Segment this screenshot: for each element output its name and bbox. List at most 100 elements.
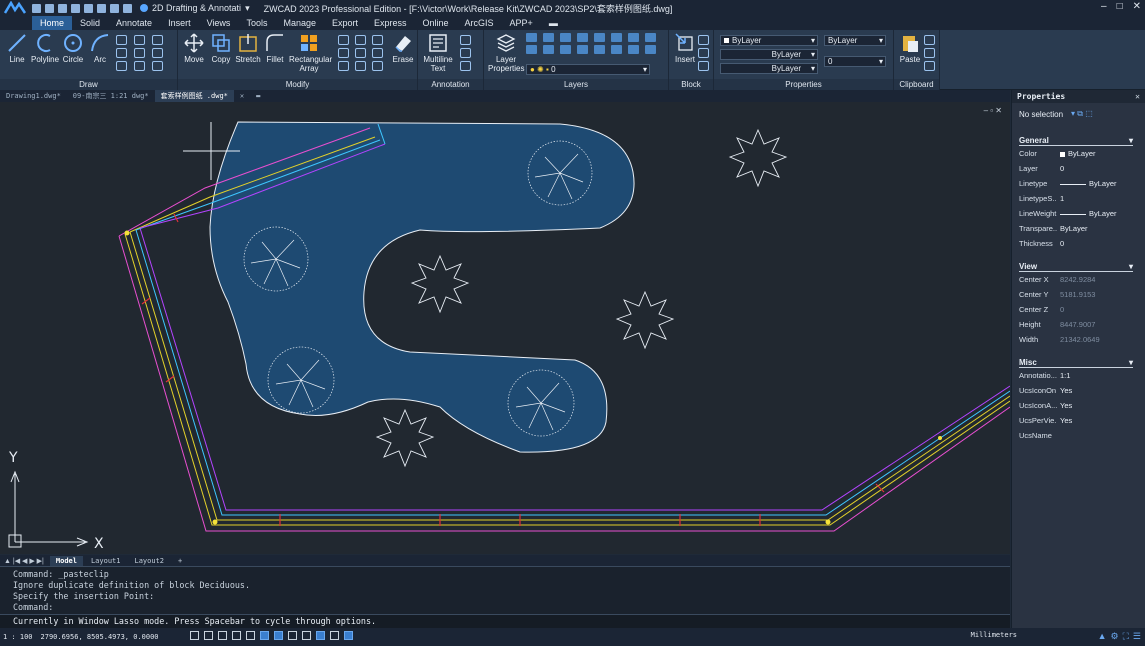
- color-dropdown[interactable]: ByLayer: [720, 35, 818, 46]
- prop-thickness[interactable]: Thickness 0: [1019, 236, 1145, 251]
- plot-icon[interactable]: [97, 3, 106, 13]
- tab-insert[interactable]: Insert: [160, 16, 199, 30]
- transparency-icon[interactable]: [302, 631, 311, 640]
- prop-center-z[interactable]: Center Z0: [1019, 302, 1145, 317]
- dimension-icon[interactable]: [460, 35, 471, 45]
- spline-icon[interactable]: [134, 35, 145, 45]
- annotation-scale[interactable]: 1 : 100: [3, 633, 33, 641]
- plotstyle-dropdown[interactable]: ByLayer: [824, 35, 886, 46]
- layer-dropdown[interactable]: ● ✺ ▪ 0: [526, 64, 650, 75]
- polar-icon[interactable]: [232, 631, 241, 640]
- leader-icon[interactable]: [460, 48, 471, 58]
- rotate-icon[interactable]: [338, 35, 349, 45]
- snap-icon[interactable]: [204, 631, 213, 640]
- region-icon[interactable]: [134, 48, 145, 58]
- prop-annotation-scale[interactable]: Annotatio... 1:1: [1019, 368, 1145, 383]
- tab-express[interactable]: Express: [366, 16, 415, 30]
- tab-arcgis[interactable]: ArcGIS: [457, 16, 502, 30]
- multiline-text-button[interactable]: Multiline Text: [422, 32, 454, 73]
- print-icon[interactable]: [84, 3, 93, 13]
- copy-clip-icon[interactable]: [924, 48, 935, 58]
- tab-model[interactable]: Model: [49, 555, 83, 566]
- workspace-select[interactable]: 2D Drafting & Annotati ▾: [140, 3, 250, 14]
- revcloud-icon[interactable]: [152, 61, 163, 71]
- offset-icon[interactable]: [372, 48, 383, 58]
- open-icon[interactable]: [45, 3, 54, 13]
- move-button[interactable]: Move: [180, 32, 208, 64]
- join-icon[interactable]: [355, 61, 366, 71]
- close-icon[interactable]: ✕: [1135, 90, 1140, 103]
- layer-properties-button[interactable]: Layer Properties: [488, 32, 524, 73]
- fillet-button[interactable]: Fillet: [261, 32, 289, 64]
- save-icon[interactable]: [58, 3, 67, 13]
- trim-icon[interactable]: [355, 35, 366, 45]
- drawing-canvas[interactable]: – ▫ ✕ Y X: [0, 102, 1010, 554]
- dynamic-input-icon[interactable]: [274, 631, 283, 640]
- app-logo-icon[interactable]: [0, 0, 30, 16]
- redo-icon[interactable]: [123, 3, 132, 13]
- create-block-icon[interactable]: [698, 35, 709, 45]
- prop-ucs-icon-at-origin[interactable]: UcsIconA... Yes: [1019, 398, 1145, 413]
- explode-icon[interactable]: [338, 61, 349, 71]
- add-layout-tab[interactable]: +: [172, 556, 188, 566]
- tab-online[interactable]: Online: [415, 16, 457, 30]
- save-as-icon[interactable]: [71, 3, 80, 13]
- selection-cycling-icon[interactable]: [316, 631, 325, 640]
- circle-button[interactable]: Circle: [59, 32, 87, 64]
- prop-ucs-name[interactable]: UcsName: [1019, 428, 1145, 443]
- tab-views[interactable]: Views: [199, 16, 239, 30]
- new-doc-tab-icon[interactable]: ▬: [250, 90, 266, 102]
- tab-manage[interactable]: Manage: [275, 16, 324, 30]
- prop-color[interactable]: Color ByLayer: [1019, 146, 1145, 161]
- tab-annotate[interactable]: Annotate: [108, 16, 160, 30]
- prop-center-y[interactable]: Center Y 5181.9153: [1019, 287, 1145, 302]
- maximize-icon[interactable]: □: [1117, 1, 1123, 12]
- prop-width[interactable]: Width 21342.0649: [1019, 332, 1145, 347]
- layout-nav-arrows[interactable]: ▲ |◀ ◀ ▶ ▶|: [4, 557, 44, 565]
- close-icon[interactable]: ✕: [1133, 1, 1141, 12]
- tab-solid[interactable]: Solid: [72, 16, 108, 30]
- edit-block-icon[interactable]: [698, 48, 709, 58]
- doc-tab-drawing1[interactable]: Drawing1.dwg*: [0, 90, 67, 102]
- tab-app-plus[interactable]: APP+: [502, 16, 541, 30]
- prop-linetype[interactable]: Linetype ByLayer: [1019, 176, 1145, 191]
- units-display[interactable]: Millimeters: [971, 631, 1017, 639]
- viewport-controls[interactable]: – ▫ ✕: [984, 106, 1002, 115]
- hatch-icon[interactable]: [152, 35, 163, 45]
- transparency-field[interactable]: 0: [824, 56, 886, 67]
- prop-ucs-per-viewport[interactable]: UcsPerVie... Yes: [1019, 413, 1145, 428]
- ortho-icon[interactable]: [218, 631, 227, 640]
- attribute-icon[interactable]: [698, 61, 709, 71]
- quick-select-icon[interactable]: ▾ ⧉ ⬚: [1071, 109, 1093, 119]
- copy-button[interactable]: Copy: [207, 32, 235, 64]
- prop-ucs-icon-on[interactable]: UcsIconOn Yes: [1019, 383, 1145, 398]
- grid-icon[interactable]: [190, 631, 199, 640]
- undo-icon[interactable]: [110, 3, 119, 13]
- stretch-button[interactable]: Stretch: [234, 32, 262, 64]
- prop-transparency[interactable]: Transpare... ByLayer: [1019, 221, 1145, 236]
- misc-section-header[interactable]: Misc: [1019, 357, 1133, 368]
- match-properties-icon[interactable]: [924, 61, 935, 71]
- doc-tab-active[interactable]: 套索样例图纸 .dwg*: [154, 90, 234, 102]
- insert-button[interactable]: Insert: [671, 32, 699, 64]
- tab-layout2[interactable]: Layout2: [128, 556, 170, 566]
- prop-height[interactable]: Height 8447.9007: [1019, 317, 1145, 332]
- lineweight-icon[interactable]: [288, 631, 297, 640]
- selection-dropdown[interactable]: No selection ▾ ⧉ ⬚: [1012, 103, 1145, 125]
- ribbon-toggle-icon[interactable]: ▬: [541, 16, 566, 30]
- paste-button[interactable]: Paste: [896, 32, 924, 64]
- ellipse-icon[interactable]: [116, 35, 127, 45]
- break-icon[interactable]: [372, 61, 383, 71]
- point-icon[interactable]: [116, 48, 127, 58]
- tab-export[interactable]: Export: [324, 16, 366, 30]
- boundary-icon[interactable]: [152, 48, 163, 58]
- rectangle-icon[interactable]: [116, 61, 127, 71]
- annotation-visibility-icon[interactable]: ▲: [1098, 631, 1107, 642]
- fullscreen-icon[interactable]: ⛶: [1123, 631, 1129, 642]
- prop-lineweight[interactable]: LineWeight ByLayer: [1019, 206, 1145, 221]
- erase-button[interactable]: Erase: [389, 32, 417, 64]
- osnap-icon[interactable]: [246, 631, 255, 640]
- minimize-icon[interactable]: –: [1101, 1, 1107, 12]
- general-section-header[interactable]: General: [1019, 135, 1133, 146]
- prop-center-x[interactable]: Center X 8242.9284: [1019, 272, 1145, 287]
